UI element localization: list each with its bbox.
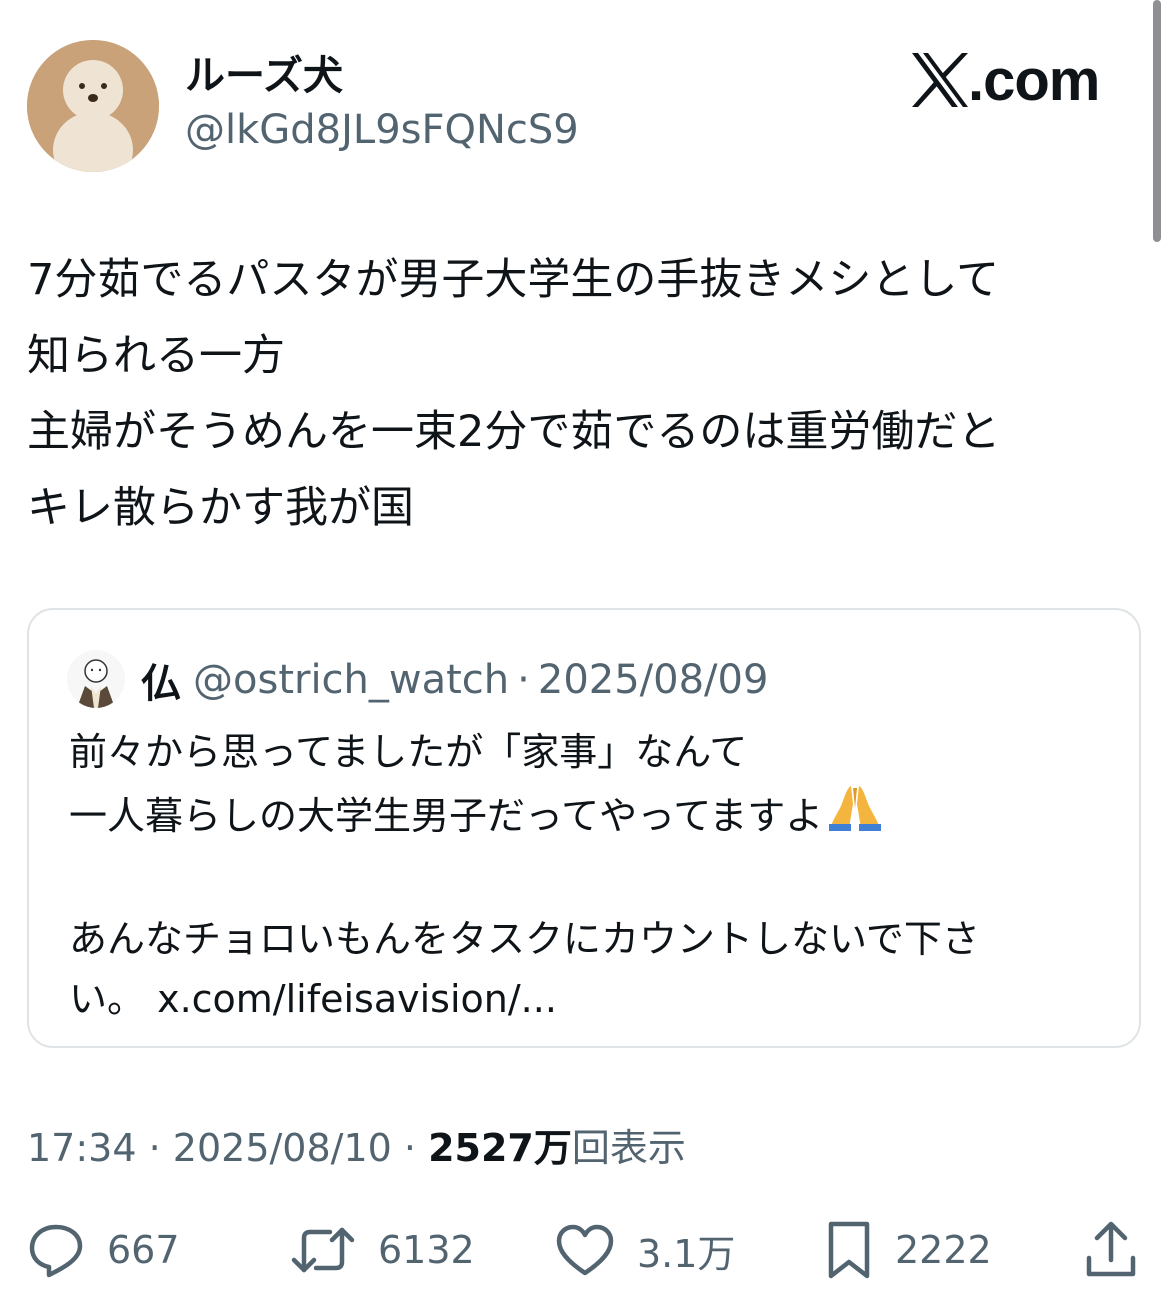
post-time[interactable]: 17:34 <box>27 1126 137 1170</box>
views-label: 回表示 <box>571 1126 686 1170</box>
action-bar: 667 6132 3.1万 2222 <box>0 1210 1170 1290</box>
author-handle[interactable]: @lkGd8JL9sFQNcS9 <box>185 104 579 156</box>
share-button[interactable] <box>1083 1210 1139 1290</box>
repost-button[interactable]: 6132 <box>290 1210 475 1290</box>
reply-count: 667 <box>107 1228 180 1272</box>
bookmark-icon <box>828 1221 870 1279</box>
reply-icon <box>29 1224 83 1278</box>
x-brand: .com <box>910 42 1100 118</box>
post-line: 7分茹でるパスタが男子大学生の手抜きメシとして <box>27 255 1000 305</box>
quoted-text: 前々から思ってましたが「家事」なんて 一人暮らしの大学生男子だってやってますよ … <box>69 722 1119 1029</box>
views-count: 2527万 <box>428 1126 572 1170</box>
quoted-line: あんなチョロいもんをタスクにカウントしないで下さ <box>69 917 980 961</box>
quoted-post[interactable]: 仏 @ostrich_watch · 2025/08/09 前々から思ってました… <box>27 608 1141 1048</box>
post-date[interactable]: 2025/08/10 <box>173 1126 392 1170</box>
like-button[interactable]: 3.1万 <box>555 1210 735 1290</box>
heart-icon <box>556 1224 614 1276</box>
like-count: 3.1万 <box>637 1231 736 1276</box>
quoted-line: 前々から思ってましたが「家事」なんて <box>69 730 748 774</box>
quoted-header: 仏 @ostrich_watch · 2025/08/09 <box>141 650 768 710</box>
separator-dot: · <box>148 1126 161 1170</box>
post-line: 知られる一方 <box>27 331 285 381</box>
quoted-line-blank <box>69 849 1119 909</box>
post-line: 主婦がそうめんを一束2分で茹でるのは重労働だと <box>27 407 1001 457</box>
quoted-date[interactable]: 2025/08/09 <box>538 657 769 703</box>
separator-dot: · <box>403 1126 417 1170</box>
brand-domain: .com <box>968 47 1100 113</box>
separator-dot: · <box>517 657 530 703</box>
repost-icon <box>291 1227 355 1273</box>
post-text: 7分茹でるパスタが男子大学生の手抜きメシとして 知られる一方 主婦がそうめんを一… <box>27 242 1137 546</box>
quoted-author-avatar[interactable] <box>67 650 125 708</box>
folded-hands-icon <box>827 782 883 849</box>
bookmark-count: 2222 <box>895 1228 992 1272</box>
quoted-author-handle[interactable]: @ostrich_watch <box>193 657 509 703</box>
author-name[interactable]: ルーズ犬 <box>185 50 343 102</box>
quoted-line: い。 x.com/lifeisavision/... <box>69 977 557 1021</box>
author-avatar[interactable] <box>27 40 159 172</box>
reply-button[interactable]: 667 <box>27 1210 180 1290</box>
bookmark-button[interactable]: 2222 <box>825 1210 992 1290</box>
quoted-author-name[interactable]: 仏 <box>141 651 181 709</box>
quoted-line: 一人暮らしの大学生男子だってやってますよ <box>69 782 1119 849</box>
repost-count: 6132 <box>378 1228 475 1272</box>
scrollbar[interactable] <box>1153 0 1161 242</box>
post-line: キレ散らかす我が国 <box>27 483 414 533</box>
share-icon <box>1086 1221 1136 1277</box>
x-logo-icon <box>912 53 968 107</box>
post-meta: 17:34 · 2025/08/10 · 2527万回表示 <box>27 1118 686 1178</box>
